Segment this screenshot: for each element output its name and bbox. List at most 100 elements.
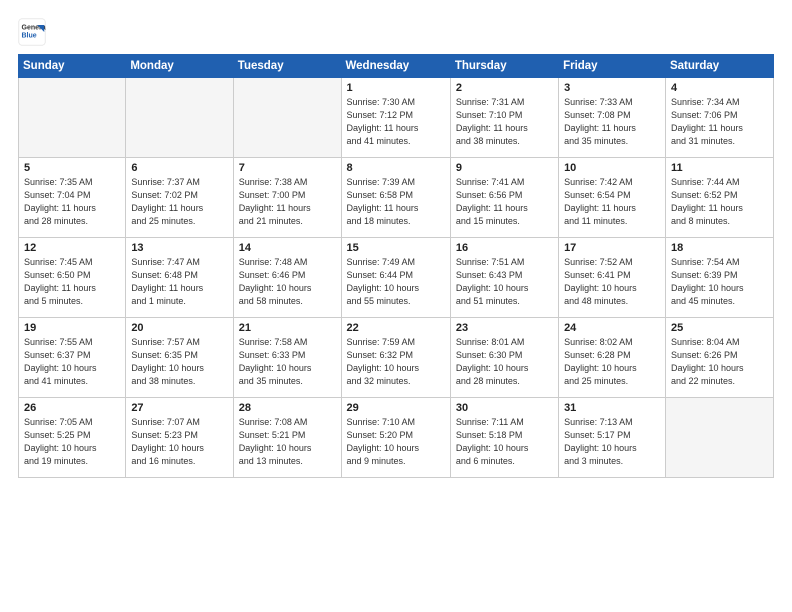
day-number: 6 bbox=[131, 162, 227, 174]
calendar-cell: 25Sunrise: 8:04 AM Sunset: 6:26 PM Dayli… bbox=[665, 318, 773, 398]
day-info: Sunrise: 7:57 AM Sunset: 6:35 PM Dayligh… bbox=[131, 336, 227, 388]
week-row-4: 19Sunrise: 7:55 AM Sunset: 6:37 PM Dayli… bbox=[19, 318, 774, 398]
day-number: 3 bbox=[564, 82, 660, 94]
calendar-cell: 28 Sunrise: 7:08 AM Sunset: 5:21 PM Dayli… bbox=[233, 398, 341, 478]
day-number: 11 bbox=[671, 162, 768, 174]
calendar-cell: 10 Sunrise: 7:42 AM Sunset: 6:54 PM Dayli… bbox=[559, 158, 666, 238]
calendar-cell: 22Sunrise: 7:59 AM Sunset: 6:32 PM Dayli… bbox=[341, 318, 450, 398]
day-info: Sunrise: 7:05 AM Sunset: 5:25 PM Dayligh… bbox=[24, 416, 120, 468]
calendar-cell: 9 Sunrise: 7:41 AM Sunset: 6:56 PM Daylig… bbox=[450, 158, 558, 238]
calendar-cell: 6 Sunrise: 7:37 AM Sunset: 7:02 PM Daylig… bbox=[126, 158, 233, 238]
day-info: Sunrise: 7:58 AM Sunset: 6:33 PM Dayligh… bbox=[239, 336, 336, 388]
day-info: Sunrise: 7:51 AM Sunset: 6:43 PM Dayligh… bbox=[456, 256, 553, 308]
calendar-cell: 4 Sunrise: 7:34 AM Sunset: 7:06 PM Daylig… bbox=[665, 78, 773, 158]
day-number: 7 bbox=[239, 162, 336, 174]
logo: General Blue bbox=[18, 18, 48, 46]
weekday-header-monday: Monday bbox=[126, 55, 233, 78]
day-info: Sunrise: 7:45 AM Sunset: 6:50 PM Dayligh… bbox=[24, 256, 120, 308]
calendar-cell: 26 Sunrise: 7:05 AM Sunset: 5:25 PM Dayli… bbox=[19, 398, 126, 478]
calendar-cell: 18Sunrise: 7:54 AM Sunset: 6:39 PM Dayli… bbox=[665, 238, 773, 318]
calendar-cell: 21 Sunrise: 7:58 AM Sunset: 6:33 PM Dayli… bbox=[233, 318, 341, 398]
day-number: 25 bbox=[671, 322, 768, 334]
calendar-cell bbox=[19, 78, 126, 158]
day-info: Sunrise: 7:34 AM Sunset: 7:06 PM Dayligh… bbox=[671, 96, 768, 148]
day-info: Sunrise: 7:47 AM Sunset: 6:48 PM Dayligh… bbox=[131, 256, 227, 308]
calendar-cell: 30 Sunrise: 7:11 AM Sunset: 5:18 PM Dayli… bbox=[450, 398, 558, 478]
calendar-cell: 27Sunrise: 7:07 AM Sunset: 5:23 PM Dayli… bbox=[126, 398, 233, 478]
day-number: 5 bbox=[24, 162, 120, 174]
day-info: Sunrise: 7:44 AM Sunset: 6:52 PM Dayligh… bbox=[671, 176, 768, 228]
day-number: 24 bbox=[564, 322, 660, 334]
day-info: Sunrise: 7:08 AM Sunset: 5:21 PM Dayligh… bbox=[239, 416, 336, 468]
day-info: Sunrise: 7:52 AM Sunset: 6:41 PM Dayligh… bbox=[564, 256, 660, 308]
calendar-cell: 13Sunrise: 7:47 AM Sunset: 6:48 PM Dayli… bbox=[126, 238, 233, 318]
day-number: 26 bbox=[24, 402, 120, 414]
calendar-cell: 11 Sunrise: 7:44 AM Sunset: 6:52 PM Dayli… bbox=[665, 158, 773, 238]
calendar-cell: 1 Sunrise: 7:30 AM Sunset: 7:12 PM Daylig… bbox=[341, 78, 450, 158]
calendar-cell: 17 Sunrise: 7:52 AM Sunset: 6:41 PM Dayli… bbox=[559, 238, 666, 318]
day-number: 30 bbox=[456, 402, 553, 414]
day-number: 1 bbox=[347, 82, 445, 94]
calendar-cell bbox=[665, 398, 773, 478]
day-info: Sunrise: 7:37 AM Sunset: 7:02 PM Dayligh… bbox=[131, 176, 227, 228]
day-number: 14 bbox=[239, 242, 336, 254]
day-number: 28 bbox=[239, 402, 336, 414]
day-number: 29 bbox=[347, 402, 445, 414]
calendar-cell bbox=[233, 78, 341, 158]
logo-icon: General Blue bbox=[18, 18, 46, 46]
day-info: Sunrise: 7:49 AM Sunset: 6:44 PM Dayligh… bbox=[347, 256, 445, 308]
day-number: 12 bbox=[24, 242, 120, 254]
weekday-header-sunday: Sunday bbox=[19, 55, 126, 78]
day-number: 8 bbox=[347, 162, 445, 174]
day-number: 15 bbox=[347, 242, 445, 254]
week-row-2: 5 Sunrise: 7:35 AM Sunset: 7:04 PM Daylig… bbox=[19, 158, 774, 238]
calendar-cell: 29Sunrise: 7:10 AM Sunset: 5:20 PM Dayli… bbox=[341, 398, 450, 478]
week-row-1: 1 Sunrise: 7:30 AM Sunset: 7:12 PM Daylig… bbox=[19, 78, 774, 158]
calendar-cell: 7Sunrise: 7:38 AM Sunset: 7:00 PM Daylig… bbox=[233, 158, 341, 238]
calendar-header-row: SundayMondayTuesdayWednesdayThursdayFrid… bbox=[19, 55, 774, 78]
calendar-table: SundayMondayTuesdayWednesdayThursdayFrid… bbox=[18, 54, 774, 478]
day-number: 16 bbox=[456, 242, 553, 254]
day-number: 10 bbox=[564, 162, 660, 174]
day-info: Sunrise: 7:48 AM Sunset: 6:46 PM Dayligh… bbox=[239, 256, 336, 308]
page-header: General Blue bbox=[18, 18, 774, 46]
calendar-cell: 5 Sunrise: 7:35 AM Sunset: 7:04 PM Daylig… bbox=[19, 158, 126, 238]
day-number: 19 bbox=[24, 322, 120, 334]
day-info: Sunrise: 7:11 AM Sunset: 5:18 PM Dayligh… bbox=[456, 416, 553, 468]
week-row-5: 26 Sunrise: 7:05 AM Sunset: 5:25 PM Dayli… bbox=[19, 398, 774, 478]
day-number: 21 bbox=[239, 322, 336, 334]
day-number: 9 bbox=[456, 162, 553, 174]
day-number: 27 bbox=[131, 402, 227, 414]
calendar-cell: 2Sunrise: 7:31 AM Sunset: 7:10 PM Daylig… bbox=[450, 78, 558, 158]
calendar-cell: 16 Sunrise: 7:51 AM Sunset: 6:43 PM Dayli… bbox=[450, 238, 558, 318]
day-info: Sunrise: 7:13 AM Sunset: 5:17 PM Dayligh… bbox=[564, 416, 660, 468]
calendar-cell: 31 Sunrise: 7:13 AM Sunset: 5:17 PM Dayli… bbox=[559, 398, 666, 478]
day-info: Sunrise: 8:01 AM Sunset: 6:30 PM Dayligh… bbox=[456, 336, 553, 388]
day-number: 23 bbox=[456, 322, 553, 334]
day-info: Sunrise: 7:35 AM Sunset: 7:04 PM Dayligh… bbox=[24, 176, 120, 228]
calendar-cell: 19Sunrise: 7:55 AM Sunset: 6:37 PM Dayli… bbox=[19, 318, 126, 398]
calendar-cell bbox=[126, 78, 233, 158]
day-info: Sunrise: 8:02 AM Sunset: 6:28 PM Dayligh… bbox=[564, 336, 660, 388]
calendar-cell: 23 Sunrise: 8:01 AM Sunset: 6:30 PM Dayli… bbox=[450, 318, 558, 398]
calendar-cell: 15 Sunrise: 7:49 AM Sunset: 6:44 PM Dayli… bbox=[341, 238, 450, 318]
day-info: Sunrise: 7:39 AM Sunset: 6:58 PM Dayligh… bbox=[347, 176, 445, 228]
day-number: 2 bbox=[456, 82, 553, 94]
day-info: Sunrise: 7:42 AM Sunset: 6:54 PM Dayligh… bbox=[564, 176, 660, 228]
week-row-3: 12 Sunrise: 7:45 AM Sunset: 6:50 PM Dayli… bbox=[19, 238, 774, 318]
calendar-cell: 8 Sunrise: 7:39 AM Sunset: 6:58 PM Daylig… bbox=[341, 158, 450, 238]
weekday-header-thursday: Thursday bbox=[450, 55, 558, 78]
day-number: 17 bbox=[564, 242, 660, 254]
day-number: 4 bbox=[671, 82, 768, 94]
day-number: 22 bbox=[347, 322, 445, 334]
svg-text:Blue: Blue bbox=[22, 32, 37, 39]
day-number: 31 bbox=[564, 402, 660, 414]
day-info: Sunrise: 7:41 AM Sunset: 6:56 PM Dayligh… bbox=[456, 176, 553, 228]
calendar-cell: 20 Sunrise: 7:57 AM Sunset: 6:35 PM Dayli… bbox=[126, 318, 233, 398]
weekday-header-friday: Friday bbox=[559, 55, 666, 78]
day-info: Sunrise: 7:54 AM Sunset: 6:39 PM Dayligh… bbox=[671, 256, 768, 308]
day-number: 20 bbox=[131, 322, 227, 334]
day-info: Sunrise: 7:30 AM Sunset: 7:12 PM Dayligh… bbox=[347, 96, 445, 148]
calendar-cell: 3Sunrise: 7:33 AM Sunset: 7:08 PM Daylig… bbox=[559, 78, 666, 158]
weekday-header-wednesday: Wednesday bbox=[341, 55, 450, 78]
